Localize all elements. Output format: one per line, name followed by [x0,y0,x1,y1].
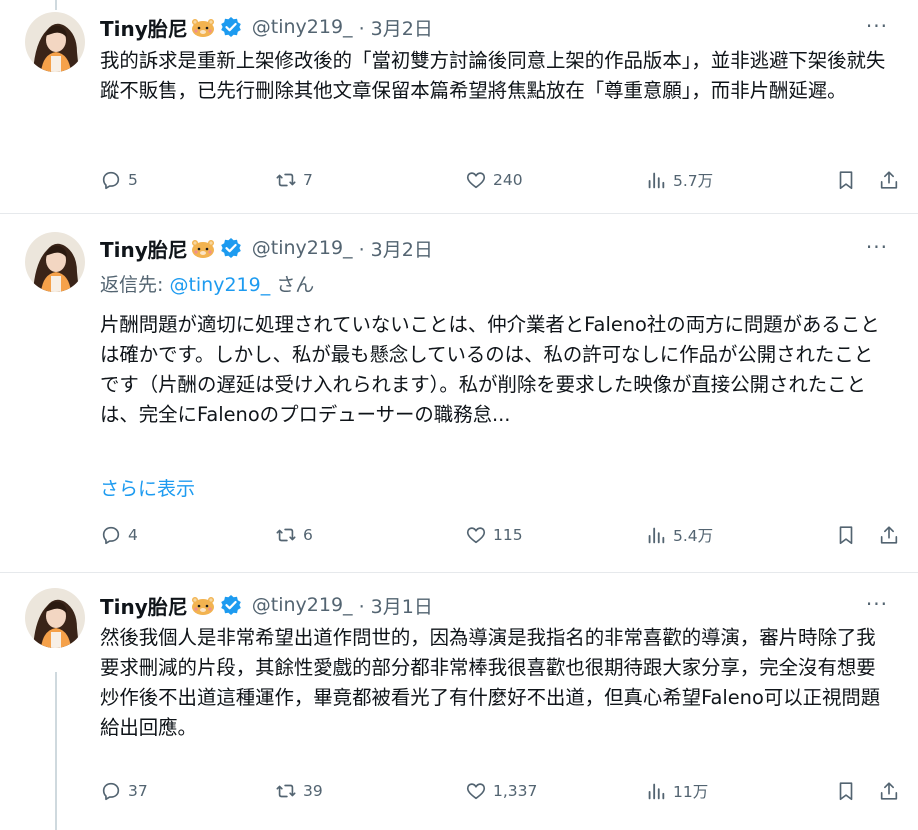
view-count: 11万 [673,783,709,801]
retweet-icon [276,173,296,187]
like-count: 115 [493,526,523,544]
tweet-text: 我的訴求是重新上架修改後的「當初雙方討論後同意上架的作品版本」，並非逃避下架後就… [100,49,886,102]
view-count: 5.4万 [673,527,714,545]
author-handle[interactable]: @tiny219_ [252,237,353,259]
verified-badge-icon [220,16,242,38]
like-button[interactable]: 240 [465,165,523,195]
reply-to-prefix: 返信先: [100,274,170,296]
view-count: 5.7万 [673,172,714,190]
heart-icon [466,172,486,189]
views-chart-icon [648,783,665,800]
retweet-icon [276,528,296,542]
avatar[interactable] [25,12,85,72]
tweet[interactable]: Tiny胎尼 @tiny219_ · 3月2日 ··· 我的訴求是重新上架修改後… [0,0,918,212]
bookmark-icon [839,782,853,801]
tweet-date[interactable]: · 3月2日 [359,14,433,41]
reply-count: 37 [128,782,148,800]
author-handle[interactable]: @tiny219_ [252,594,353,616]
reply-to-mention[interactable]: @tiny219_ [169,274,270,296]
like-button[interactable]: 115 [465,520,523,550]
tweet-header: Tiny胎尼 @tiny219_ · 3月2日 [100,234,433,262]
bookmark-icon [839,171,853,190]
bookmark-button[interactable] [835,776,857,806]
retweet-icon [276,784,296,798]
views-chart-icon [648,527,665,544]
reply-count: 4 [128,526,138,544]
retweet-button[interactable]: 6 [275,520,313,550]
retweet-count: 39 [303,782,323,800]
views-button[interactable]: 5.7万 [645,165,713,195]
reply-button[interactable]: 5 [100,165,138,195]
show-more-link[interactable]: さらに表示 [100,474,195,501]
like-count: 1,337 [493,782,538,800]
reply-button[interactable]: 37 [100,776,148,806]
retweet-button[interactable]: 7 [275,165,313,195]
tweet[interactable]: Tiny胎尼 @tiny219_ · 3月1日 ··· 然後我個人是非常希望出道… [0,573,918,830]
hamster-emoji-icon [190,16,216,38]
more-options-button[interactable]: ··· [866,235,888,259]
reply-icon [102,526,120,545]
bookmark-button[interactable] [835,165,857,195]
author-name[interactable]: Tiny胎尼 [100,13,188,42]
reply-icon [102,171,120,190]
tweet-actions: 4 6 115 5.4万 [100,520,900,550]
share-button[interactable] [878,165,900,195]
reply-count: 5 [128,171,138,189]
heart-icon [466,783,486,800]
views-button[interactable]: 5.4万 [645,520,713,550]
like-button[interactable]: 1,337 [465,776,537,806]
share-icon [880,782,898,800]
tweet-text: 片酬問題が適切に処理されていないことは、仲介業者とFaleno社の両方に問題があ… [100,313,880,426]
tweet-actions: 5 7 240 5.7万 [100,165,900,195]
retweet-button[interactable]: 39 [275,776,323,806]
tweet-date[interactable]: · 3月2日 [359,235,433,262]
avatar[interactable] [25,232,85,292]
like-count: 240 [493,171,523,189]
verified-badge-icon [220,594,242,616]
author-handle[interactable]: @tiny219_ [252,16,353,38]
hamster-emoji-icon [190,237,216,259]
more-options-button[interactable]: ··· [866,592,888,616]
share-button[interactable] [878,520,900,550]
reply-button[interactable]: 4 [100,520,138,550]
views-button[interactable]: 11万 [645,776,708,806]
reply-to-suffix: さん [276,274,315,296]
views-chart-icon [648,172,665,189]
avatar[interactable] [25,588,85,648]
tweet-header: Tiny胎尼 @tiny219_ · 3月2日 [100,13,433,41]
share-icon [880,526,898,544]
author-name[interactable]: Tiny胎尼 [100,591,188,620]
tweet-header: Tiny胎尼 @tiny219_ · 3月1日 [100,591,433,619]
tweet-actions: 37 39 1,337 11万 [100,776,900,806]
hamster-emoji-icon [190,594,216,616]
tweet[interactable]: Tiny胎尼 @tiny219_ · 3月2日 ··· 返信先: @tiny21… [0,214,918,570]
bookmark-icon [839,526,853,545]
more-options-button[interactable]: ··· [866,14,888,38]
retweet-count: 7 [303,171,313,189]
verified-badge-icon [220,237,242,259]
bookmark-button[interactable] [835,520,857,550]
retweet-count: 6 [303,526,313,544]
reply-to-line: 返信先: @tiny219_ さん [100,270,314,297]
tweet-text: 然後我個人是非常希望出道作問世的，因為導演是我指名的非常喜歡的導演，審片時除了我… [100,626,881,739]
tweet-date[interactable]: · 3月1日 [359,592,433,619]
reply-icon [102,782,120,801]
share-button[interactable] [878,776,900,806]
share-icon [880,171,898,189]
heart-icon [466,527,486,544]
author-name[interactable]: Tiny胎尼 [100,234,188,263]
